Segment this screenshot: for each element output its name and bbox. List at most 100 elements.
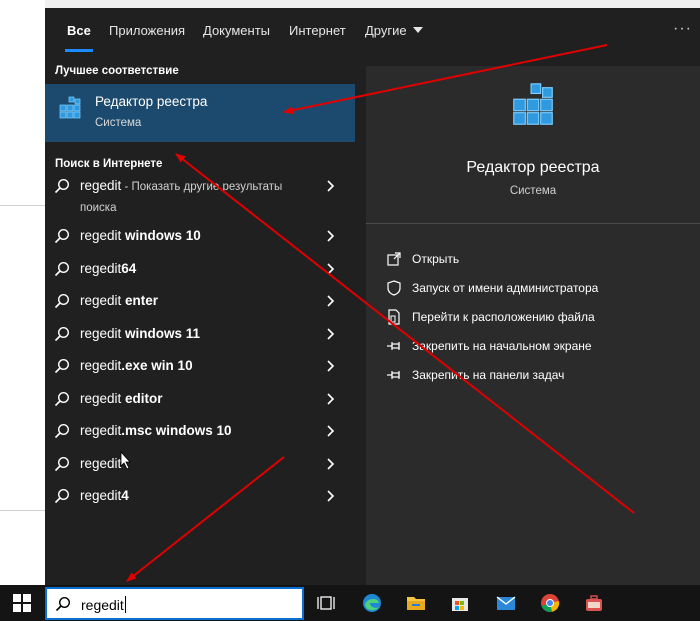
result-query: regedit — [80, 488, 122, 503]
file-explorer-button[interactable] — [394, 585, 438, 621]
chrome-icon — [541, 594, 560, 613]
web-result-item[interactable]: regedit windows 10 — [45, 226, 355, 248]
open-file-location-label: Перейти к расположению файла — [412, 310, 595, 324]
result-query: regedit — [80, 456, 122, 471]
tab-more[interactable]: Другие — [365, 8, 423, 56]
web-result-item[interactable]: regedit enter — [45, 291, 355, 313]
chevron-right-icon — [326, 179, 336, 198]
search-value: regedit — [81, 597, 124, 613]
background-divider — [0, 205, 45, 206]
task-view-button[interactable] — [304, 585, 348, 621]
web-result-item[interactable]: regedit — [45, 454, 355, 476]
best-match-title: Редактор реестра — [95, 94, 208, 109]
chevron-right-icon — [326, 359, 336, 378]
chevron-down-icon — [412, 27, 423, 33]
chrome-button[interactable] — [528, 585, 572, 621]
chevron-right-icon — [326, 229, 336, 248]
background-divider — [0, 510, 45, 511]
web-result-item[interactable]: regedit windows 11 — [45, 324, 355, 346]
result-completion: .exe win 10 — [121, 358, 193, 373]
result-completion: windows 11 — [125, 326, 201, 341]
search-icon — [55, 596, 71, 617]
preview-pane: Редактор реестра Система Открыть Запуск … — [366, 66, 700, 585]
pin-to-taskbar-label: Закрепить на панели задач — [412, 368, 565, 382]
tab-more-label: Другие — [365, 23, 407, 38]
result-completion: 64 — [121, 261, 137, 276]
web-result-item[interactable]: regedit - Показать другие результаты пои… — [45, 176, 355, 216]
open-label: Открыть — [412, 252, 460, 266]
chevron-right-icon — [326, 489, 336, 508]
store-icon — [452, 598, 468, 611]
tab-web[interactable]: Интернет — [289, 8, 346, 56]
result-completion: enter — [125, 293, 159, 308]
web-result-item[interactable]: regedit.msc windows 10 — [45, 421, 355, 443]
search-icon — [54, 456, 70, 477]
search-icon — [54, 423, 70, 444]
search-icon — [54, 326, 70, 347]
edge-button[interactable] — [350, 585, 394, 621]
chevron-right-icon — [326, 294, 336, 313]
taskbar-search-input[interactable]: regedit — [45, 587, 304, 620]
search-icon — [54, 178, 70, 199]
background-window — [0, 0, 45, 585]
search-icon — [54, 261, 70, 282]
web-result-item[interactable]: regedit4 — [45, 486, 355, 508]
chevron-right-icon — [326, 424, 336, 443]
chevron-right-icon — [326, 327, 336, 346]
preview-subtitle: Система — [509, 185, 557, 197]
best-match-subtitle: Система — [95, 117, 142, 129]
result-query: regedit — [80, 423, 122, 438]
result-query: regedit — [80, 358, 122, 373]
pin-icon — [386, 338, 402, 359]
result-query: regedit — [80, 391, 126, 406]
tab-apps[interactable]: Приложения — [109, 8, 185, 56]
search-icon — [54, 488, 70, 509]
registry-editor-icon — [509, 80, 557, 135]
web-result-item[interactable]: regedit.exe win 10 — [45, 356, 355, 378]
shield-icon — [386, 280, 402, 301]
result-query: regedit — [80, 178, 122, 193]
taskbar: regedit — [0, 585, 700, 621]
result-query: regedit — [80, 261, 122, 276]
preview-title: Редактор реестра — [466, 159, 600, 176]
web-search-header: Поиск в Интернете — [55, 158, 163, 170]
web-result-item[interactable]: regedit editor — [45, 389, 355, 411]
tab-all[interactable]: Все — [65, 8, 93, 56]
mail-icon — [496, 596, 516, 610]
web-result-item[interactable]: regedit64 — [45, 259, 355, 281]
more-options-button[interactable]: ··· — [673, 20, 692, 38]
file-explorer-icon — [407, 597, 425, 610]
results-list: Лучшее соответствие Редактор реестра Сис… — [45, 56, 355, 585]
tab-documents[interactable]: Документы — [203, 8, 270, 56]
search-icon — [54, 293, 70, 314]
pin-icon — [386, 367, 402, 388]
pinned-app-button[interactable] — [572, 585, 616, 621]
search-icon — [54, 228, 70, 249]
run-as-admin-label: Запуск от имени администратора — [412, 281, 599, 295]
result-completion: .msc windows 10 — [121, 423, 232, 438]
windows-logo-icon — [13, 594, 31, 612]
chevron-right-icon — [326, 392, 336, 411]
store-button[interactable] — [438, 585, 482, 621]
registry-editor-icon — [58, 95, 82, 126]
file-location-icon — [386, 309, 402, 330]
search-panel: Все Приложения Документы Интернет Другие… — [45, 8, 700, 585]
search-tabs: Все Приложения Документы Интернет Другие… — [45, 8, 700, 56]
result-completion: 4 — [121, 488, 129, 503]
open-icon — [386, 251, 402, 272]
best-match-header: Лучшее соответствие — [55, 65, 179, 77]
edge-icon — [363, 594, 381, 612]
result-query: regedit — [80, 293, 126, 308]
mail-button[interactable] — [484, 585, 528, 621]
best-match-item[interactable]: Редактор реестра Система — [45, 84, 355, 142]
pin-to-start-label: Закрепить на начальном экране — [412, 339, 592, 353]
search-icon — [54, 358, 70, 379]
result-query: regedit — [80, 326, 126, 341]
preview-divider — [366, 223, 700, 224]
chevron-right-icon — [326, 262, 336, 281]
search-icon — [54, 391, 70, 412]
result-query: regedit — [80, 228, 126, 243]
start-button[interactable] — [0, 585, 44, 621]
chevron-right-icon — [326, 457, 336, 476]
result-completion: windows 10 — [125, 228, 201, 243]
